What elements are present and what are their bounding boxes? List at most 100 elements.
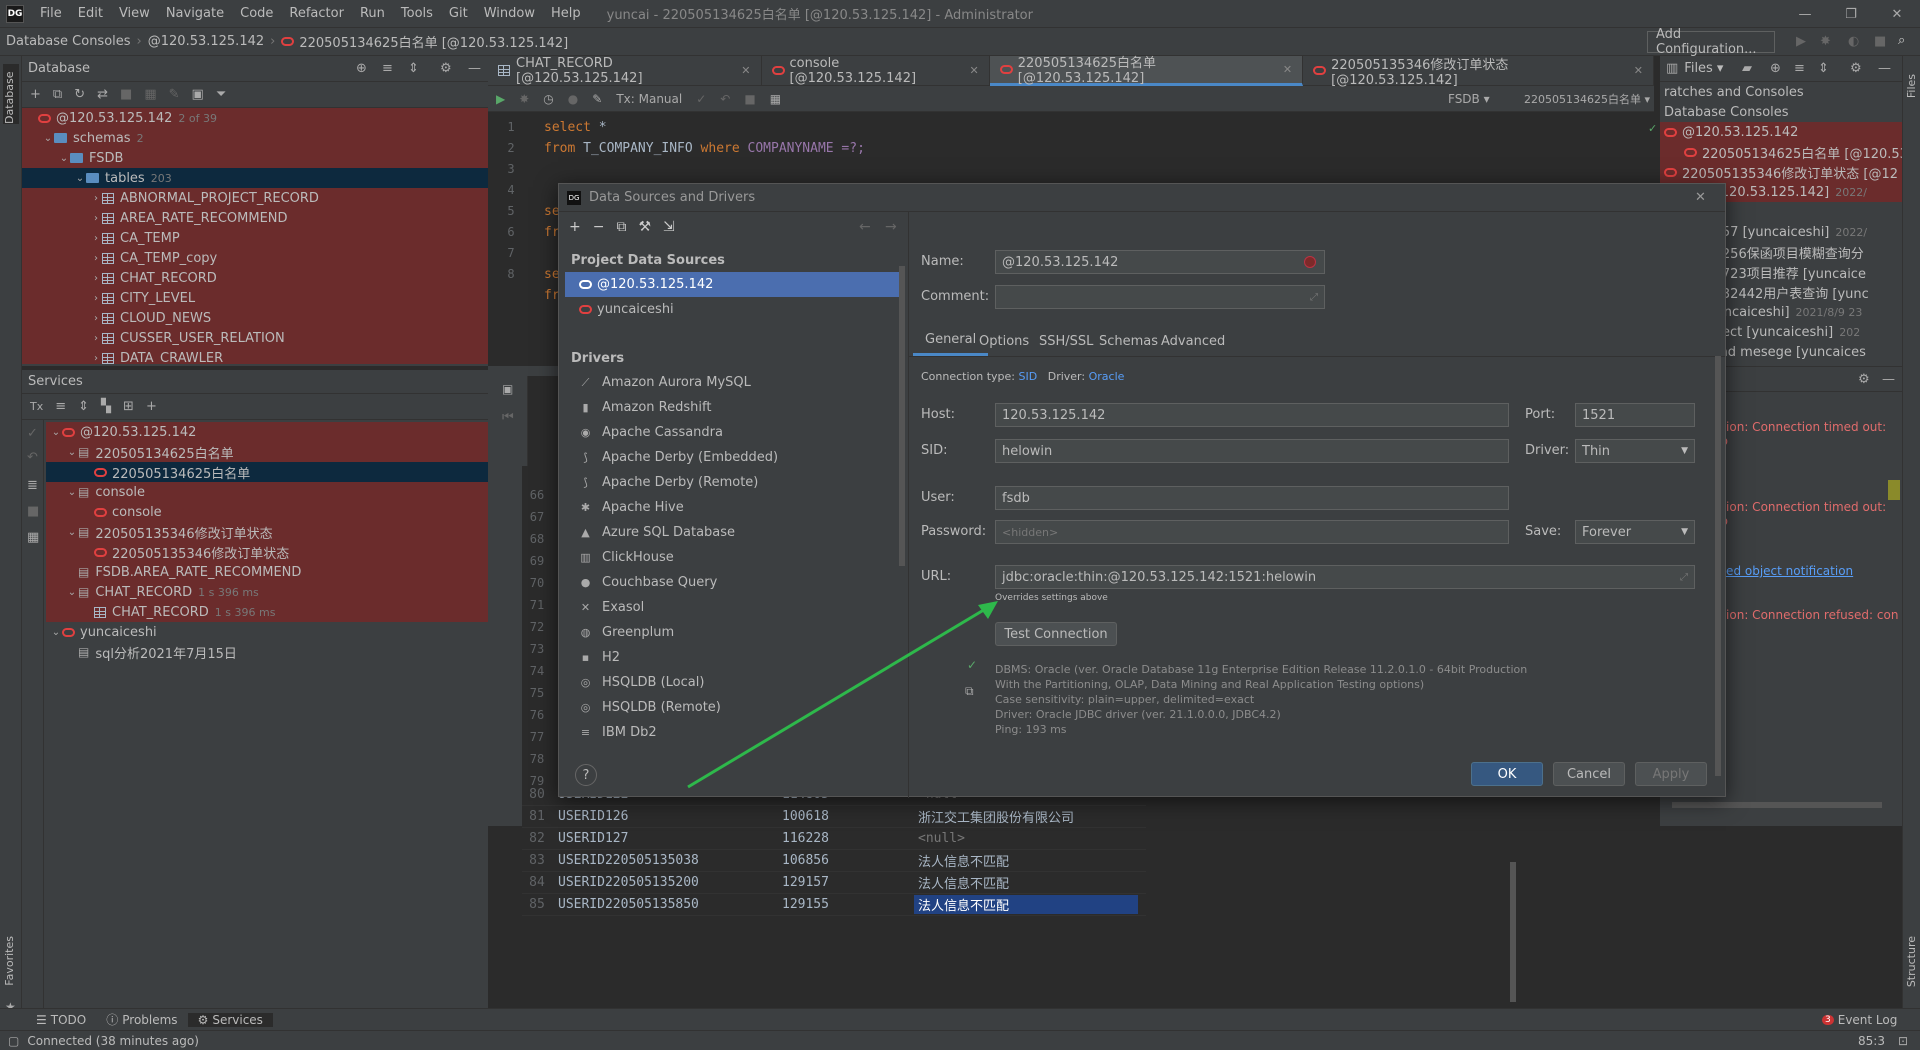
copy-icon[interactable]: ⧉ — [53, 87, 62, 102]
table-cell[interactable]: 浙江交工集团股份有限公司 — [914, 807, 1138, 826]
files-tool-tab[interactable]: Files — [1905, 74, 1918, 98]
files-tree-item[interactable]: @120.53.125.142 — [1660, 122, 1902, 142]
hide-icon[interactable]: — — [1878, 61, 1891, 76]
coverage-icon[interactable]: ◐ — [1848, 34, 1859, 49]
notification-link[interactable]: ated object notification — [1714, 564, 1853, 578]
close-icon[interactable]: ✕ — [1634, 64, 1643, 77]
chevron-icon[interactable]: ⌄ — [50, 427, 62, 438]
history-icon[interactable]: ◷ — [543, 92, 553, 106]
group-icon[interactable]: ▚ — [101, 399, 111, 414]
table-cell[interactable]: 100618 — [776, 809, 914, 824]
expand-icon[interactable]: ⤢ — [1680, 572, 1688, 583]
refresh-icon[interactable]: ↻ — [74, 87, 85, 102]
editor-tab[interactable]: 220505134625白名单 [@120.53.125.142] ✕ — [989, 55, 1304, 86]
comment-field[interactable]: ⤢ — [995, 285, 1325, 309]
url-field[interactable]: jdbc:oracle:thin:@120.53.125.142:1521:he… — [995, 565, 1695, 589]
expand-icon[interactable]: ⤢ — [1310, 292, 1318, 303]
table-cell[interactable]: 106856 — [776, 853, 914, 868]
chevron-icon[interactable]: › — [90, 233, 102, 244]
hide-icon[interactable]: — — [468, 61, 481, 76]
problems-tab[interactable]: ⓘ Problems — [96, 1011, 187, 1028]
duplicate-icon[interactable]: ⧉ — [616, 219, 626, 235]
structure-tool-tab[interactable]: Structure — [1905, 936, 1918, 987]
add-service-icon[interactable]: + — [146, 399, 157, 414]
output-icon[interactable]: ≣ — [27, 478, 38, 493]
execute-icon[interactable]: ▶ — [496, 92, 505, 106]
menu-item-run[interactable]: Run — [352, 6, 393, 21]
tree-item[interactable]: CHAT_RECORD 1 s 396 ms — [46, 602, 488, 622]
breadcrumb-consoles[interactable]: Database Consoles — [0, 34, 137, 49]
name-field[interactable]: @120.53.125.142 — [995, 250, 1325, 274]
data-source-item[interactable]: @120.53.125.142 — [565, 272, 900, 297]
apply-button[interactable]: Apply — [1635, 762, 1707, 786]
chevron-icon[interactable]: ⌄ — [66, 447, 78, 458]
host-field[interactable]: 120.53.125.142 — [995, 403, 1509, 427]
tx-mode-dropdown[interactable]: Tx: Manual — [616, 92, 682, 106]
tree-item[interactable]: ⌄ schemas 2 — [22, 128, 488, 148]
services-tab[interactable]: ⚙ Services — [187, 1012, 273, 1027]
chevron-icon[interactable]: ⌄ — [66, 587, 78, 598]
tree-item[interactable]: › DATA_CRAWLER — [22, 348, 488, 364]
run-icon[interactable]: ▶ — [1796, 34, 1806, 49]
expand-all-icon[interactable]: ≡ — [55, 399, 66, 414]
search-icon[interactable]: ⌕ — [1898, 33, 1905, 48]
table-cell[interactable]: USERID127 — [552, 831, 776, 846]
hide-icon[interactable]: — — [1882, 372, 1895, 387]
chevron-icon[interactable]: ⌄ — [66, 527, 78, 538]
remove-icon[interactable]: − — [593, 219, 605, 235]
menu-item-tools[interactable]: Tools — [393, 6, 441, 21]
expand-all-icon[interactable]: ≡ — [1794, 61, 1805, 76]
collapse-all-icon[interactable]: ⇕ — [408, 61, 419, 76]
tree-item[interactable]: › CA_TEMP — [22, 228, 488, 248]
table-row[interactable]: 85 USERID220505135850 129155 法人信息不匹配 — [522, 894, 1146, 916]
menu-item-navigate[interactable]: Navigate — [158, 6, 232, 21]
save-select[interactable]: Forever ▼ — [1575, 520, 1695, 544]
stop-icon-2[interactable]: ■ — [744, 92, 755, 106]
tree-item[interactable]: ⌄ ▤ 220505134625白名单 — [46, 442, 488, 462]
test-connection-button[interactable]: Test Connection — [995, 622, 1117, 646]
settings-scrollbar[interactable] — [1715, 356, 1721, 776]
tree-item[interactable]: console — [46, 502, 488, 522]
files-tree-item[interactable]: ratches and Consoles — [1660, 82, 1902, 102]
menu-item-view[interactable]: View — [111, 6, 158, 21]
connection-type-link[interactable]: SID — [1019, 370, 1038, 383]
target-icon[interactable]: ⊕ — [356, 61, 367, 76]
tree-item[interactable]: ⌄ tables 203 — [22, 168, 488, 188]
layout-icon[interactable]: ▦ — [27, 530, 39, 545]
table-cell[interactable]: <null> — [914, 831, 1138, 846]
cancel-button[interactable]: Cancel — [1553, 762, 1625, 786]
menu-item-edit[interactable]: Edit — [70, 6, 111, 21]
tx-icon[interactable]: Tx — [30, 400, 43, 413]
grid-icon[interactable]: ▦ — [770, 92, 781, 106]
password-field[interactable]: <hidden> — [995, 520, 1509, 544]
files-tab[interactable]: Files — [1684, 61, 1713, 76]
driver-link[interactable]: Oracle — [1089, 370, 1125, 383]
tree-item[interactable]: ⌄ @120.53.125.142 — [46, 422, 488, 442]
gear-icon[interactable]: ⚙ — [1858, 372, 1870, 387]
table-cell[interactable]: USERID220505135200 — [552, 875, 776, 890]
database-tool-tab[interactable]: Database — [3, 64, 19, 124]
table-cell[interactable]: 116228 — [776, 831, 914, 846]
back-icon[interactable]: ← — [859, 219, 871, 235]
table-cell[interactable]: 84 — [522, 875, 552, 890]
todo-tab[interactable]: ☰ TODO — [26, 1013, 96, 1027]
menu-item-file[interactable]: File — [32, 6, 70, 21]
tree-item[interactable]: ⌄ ▤ console — [46, 482, 488, 502]
driver-type-select[interactable]: Thin ▼ — [1575, 439, 1695, 463]
filter-icon[interactable]: ⏷ — [216, 87, 226, 102]
commit-icon[interactable]: ✓ — [27, 426, 38, 441]
debug-icon[interactable]: ✸ — [519, 92, 529, 106]
chevron-icon[interactable]: › — [90, 213, 102, 224]
data-source-item[interactable]: yuncaiceshi — [559, 297, 908, 322]
tree-item[interactable]: › ABNORMAL_PROJECT_RECORD — [22, 188, 488, 208]
close-icon[interactable]: ✕ — [1283, 63, 1292, 76]
table-cell[interactable]: 129155 — [776, 897, 914, 912]
driver-item[interactable]: ▥ ClickHouse — [559, 545, 908, 570]
menu-item-window[interactable]: Window — [476, 6, 543, 21]
driver-item[interactable]: ▲ Azure SQL Database — [559, 520, 908, 545]
minimize-icon[interactable]: — — [1782, 0, 1828, 28]
tree-item[interactable]: ⌄ ▤ CHAT_RECORD 1 s 396 ms — [46, 582, 488, 602]
tree-item[interactable]: ▤ FSDB.AREA_RATE_RECOMMEND — [46, 562, 488, 582]
menu-item-help[interactable]: Help — [543, 6, 589, 21]
chevron-icon[interactable]: › — [90, 293, 102, 304]
